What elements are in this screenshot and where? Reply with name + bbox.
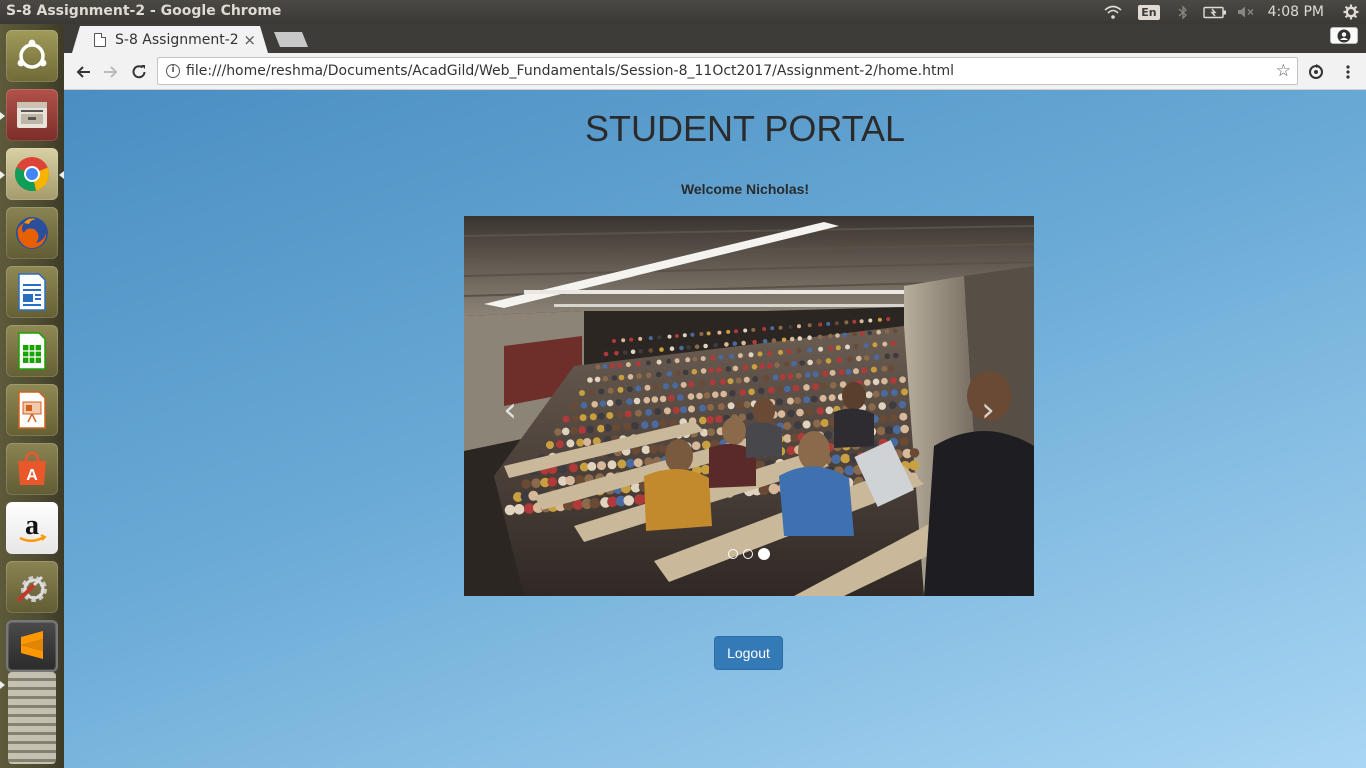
carousel-prev-icon[interactable]: ‹ — [503, 390, 517, 430]
amazon-icon[interactable]: a — [6, 502, 58, 554]
more-vertical-icon — [1346, 65, 1350, 79]
libreoffice-calc-icon[interactable] — [6, 325, 58, 377]
ubuntu-top-panel: S-8 Assignment-2 - Google Chrome En 4:08… — [0, 0, 1366, 24]
logout-button[interactable]: Logout — [714, 636, 783, 670]
battery-icon[interactable] — [1198, 0, 1232, 24]
bluetooth-icon[interactable] — [1168, 0, 1198, 24]
carousel-indicator-1[interactable] — [728, 549, 738, 559]
profile-button[interactable] — [1330, 27, 1358, 44]
ubuntu-software-icon[interactable]: A — [6, 443, 58, 495]
extension-button[interactable] — [1305, 61, 1327, 83]
back-button[interactable] — [72, 61, 94, 83]
address-bar[interactable]: i file:///home/reshma/Documents/AcadGild… — [157, 57, 1298, 85]
volume-muted-icon[interactable] — [1232, 0, 1260, 24]
bookmark-star-icon[interactable]: ☆ — [1276, 61, 1291, 81]
page-viewport: STUDENT PORTAL Welcome Nicholas! ‹ › Log… — [64, 90, 1366, 768]
browser-tab[interactable]: S-8 Assignment-2 × — [72, 26, 268, 53]
reload-button[interactable] — [128, 61, 150, 83]
libreoffice-impress-icon[interactable] — [6, 384, 58, 436]
sublime-text-icon[interactable] — [6, 620, 58, 672]
forward-button[interactable] — [100, 61, 122, 83]
page-favicon-icon — [94, 32, 106, 47]
libreoffice-writer-icon[interactable] — [6, 266, 58, 318]
settings-gear-icon[interactable] — [1336, 0, 1366, 24]
back-arrow-icon — [76, 66, 90, 78]
sync-extension-icon — [1309, 64, 1323, 79]
page-title: STUDENT PORTAL — [584, 108, 906, 149]
new-tab-button[interactable] — [274, 32, 308, 47]
tab-close-icon[interactable]: × — [243, 31, 256, 49]
forward-arrow-icon — [104, 66, 118, 78]
system-settings-icon[interactable] — [6, 561, 58, 613]
ubuntu-dash-icon[interactable] — [6, 30, 58, 82]
carousel-indicator-3[interactable] — [758, 548, 770, 560]
svg-text:A: A — [26, 467, 38, 484]
clock[interactable]: 4:08 PM — [1268, 4, 1324, 20]
google-chrome-icon[interactable] — [6, 148, 58, 200]
reload-icon — [132, 65, 146, 79]
welcome-message: Welcome Nicholas! — [680, 181, 810, 197]
keyboard-layout-indicator[interactable]: En — [1138, 4, 1160, 20]
lecture-hall-photo: ‹ › — [464, 216, 1034, 596]
svg-text:a: a — [25, 510, 39, 541]
unity-launcher: A a — [0, 24, 64, 768]
browser-toolbar: i file:///home/reshma/Documents/AcadGild… — [64, 53, 1366, 90]
tab-title: S-8 Assignment-2 — [115, 31, 239, 48]
carousel-indicator-2[interactable] — [743, 549, 753, 559]
carousel-next-icon[interactable]: › — [981, 390, 995, 430]
chrome-menu-button[interactable] — [1337, 61, 1359, 83]
window-title: S-8 Assignment-2 - Google Chrome — [6, 3, 282, 19]
site-info-icon[interactable]: i — [166, 64, 180, 78]
url-text[interactable]: file:///home/reshma/Documents/AcadGild/W… — [186, 63, 954, 79]
indicator-area: En 4:08 PM — [1096, 0, 1366, 24]
profile-icon — [1337, 29, 1351, 42]
wifi-icon[interactable] — [1096, 0, 1130, 24]
tab-strip: S-8 Assignment-2 × — [64, 24, 1366, 53]
image-carousel[interactable]: ‹ › — [464, 216, 1034, 596]
carousel-indicators — [464, 548, 1034, 560]
files-icon[interactable] — [6, 89, 58, 141]
firefox-icon[interactable] — [6, 207, 58, 259]
trash-icon[interactable] — [8, 672, 56, 764]
chrome-window: S-8 Assignment-2 × i file:///home/reshma… — [64, 24, 1366, 768]
